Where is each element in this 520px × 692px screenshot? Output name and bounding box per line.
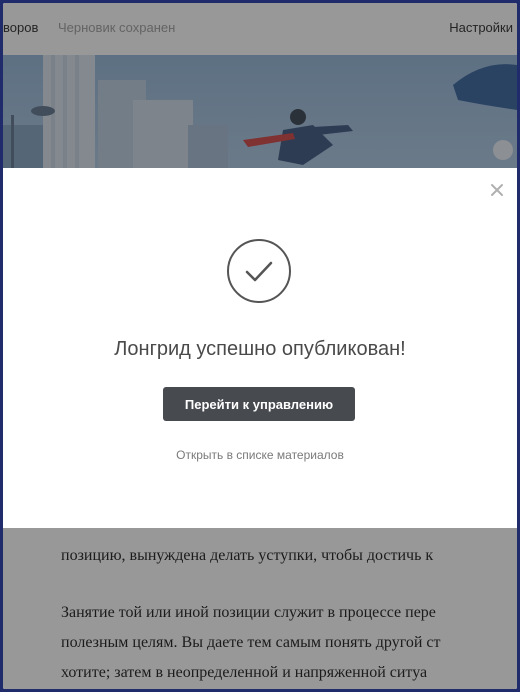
close-icon[interactable] <box>487 180 507 200</box>
check-circle-icon <box>226 238 292 304</box>
open-in-materials-link[interactable]: Открыть в списке материалов <box>3 448 517 462</box>
modal-title: Лонгрид успешно опубликован! <box>114 338 406 360</box>
publish-success-modal: Лонгрид успешно опубликован! Перейти к у… <box>3 168 517 528</box>
app-frame: воров Черновик сохранен Настройки позици… <box>3 3 517 689</box>
go-to-management-button[interactable]: Перейти к управлению <box>163 387 355 421</box>
